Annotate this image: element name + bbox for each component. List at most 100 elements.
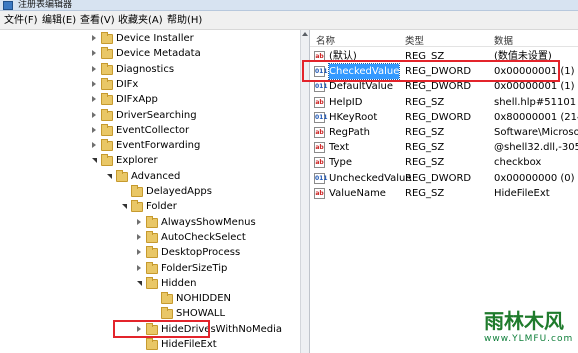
tree-item[interactable]: DIFxApp xyxy=(0,92,300,107)
folder-icon xyxy=(146,230,158,243)
folder-icon xyxy=(101,47,113,60)
tree-item[interactable]: Device Installer xyxy=(0,31,300,46)
collapsed-arrow-icon[interactable] xyxy=(137,233,141,240)
menu-help[interactable]: 帮助(H) xyxy=(167,14,202,27)
value-data: HideFileExt xyxy=(494,187,550,199)
collapsed-arrow-icon[interactable] xyxy=(92,142,96,149)
value-row[interactable]: 011HKeyRoot REG_DWORD 0x80000001 (214748 xyxy=(310,110,578,125)
value-row[interactable]: ab HelpID REG_SZ shell.hlp#51101 xyxy=(310,95,578,110)
collapsed-arrow-icon[interactable] xyxy=(137,218,141,225)
tree-item[interactable]: EventCollector xyxy=(0,123,300,138)
tree-item[interactable]: EventForwarding xyxy=(0,138,300,153)
collapsed-arrow-icon[interactable] xyxy=(92,126,96,133)
registry-tree[interactable]: Device Installer Device Metadata Diagnosti… xyxy=(0,30,300,353)
expanded-arrow-icon[interactable] xyxy=(107,173,112,179)
tree-item-label: NOHIDDEN xyxy=(176,293,232,305)
folder-icon xyxy=(161,292,173,305)
scroll-up-icon[interactable] xyxy=(302,32,308,36)
tree-item[interactable]: DIFx xyxy=(0,77,300,92)
tree-item[interactable]: DesktopProcess xyxy=(0,245,300,260)
tree-item[interactable]: AlwaysShowMenus xyxy=(0,215,300,230)
tree-item-label: Advanced xyxy=(131,170,181,182)
folder-icon xyxy=(101,77,113,90)
tree-item[interactable]: DriverSearching xyxy=(0,108,300,123)
tree-item[interactable]: Device Metadata xyxy=(0,46,300,61)
tree-item-label: Diagnostics xyxy=(116,63,175,75)
collapsed-arrow-icon[interactable] xyxy=(137,249,141,256)
collapsed-arrow-icon[interactable] xyxy=(92,35,96,41)
expanded-arrow-icon[interactable] xyxy=(137,280,142,286)
value-name: HKeyRoot xyxy=(329,111,378,123)
collapsed-arrow-icon[interactable] xyxy=(92,65,96,72)
tree-item-label: Hidden xyxy=(161,277,197,289)
string-value-icon: ab xyxy=(314,127,325,138)
regedit-icon xyxy=(3,1,13,10)
value-row[interactable]: ab Type REG_SZ checkbox xyxy=(310,155,578,170)
value-name: HelpID xyxy=(329,96,363,108)
value-type: REG_SZ xyxy=(405,127,445,138)
value-data: 0x00000000 (0) xyxy=(494,172,575,184)
watermark-url: www.YLMFU.com xyxy=(484,334,574,344)
expanded-arrow-icon[interactable] xyxy=(92,158,97,164)
tree-item-label: AlwaysShowMenus xyxy=(161,216,256,228)
tree-item[interactable]: AutoCheckSelect xyxy=(0,230,300,245)
folder-icon xyxy=(101,139,113,152)
value-row[interactable]: ab ValueName REG_SZ HideFileExt xyxy=(310,186,578,201)
column-name[interactable]: 名称 xyxy=(316,33,335,47)
tree-item[interactable]: FolderSizeTip xyxy=(0,261,300,276)
collapsed-arrow-icon[interactable] xyxy=(92,80,96,87)
tree-item[interactable]: Advanced xyxy=(0,169,300,184)
tree-item-label: DesktopProcess xyxy=(161,247,241,259)
string-value-icon: ab xyxy=(314,96,325,108)
value-row[interactable]: ab RegPath REG_SZ Software\Microsoft\ xyxy=(310,125,578,140)
tree-item[interactable]: Folder xyxy=(0,199,300,214)
tree-item[interactable]: Diagnostics xyxy=(0,62,300,77)
column-type[interactable]: 类型 xyxy=(405,33,424,47)
tree-item[interactable]: NOHIDDEN xyxy=(0,291,300,306)
value-name: UncheckedValue xyxy=(329,172,412,184)
tree-item-label: DIFx xyxy=(116,78,139,90)
value-data: @shell32.dll,-30503 xyxy=(494,142,578,154)
string-value-icon: ab xyxy=(314,157,325,169)
folder-icon xyxy=(146,246,158,259)
folder-icon xyxy=(146,215,158,228)
value-row[interactable]: 011 UncheckedValue REG_DWORD 0x00000000 (0) xyxy=(310,171,578,186)
tree-item-label: DelayedApps xyxy=(146,186,212,197)
value-data: checkbox xyxy=(494,157,542,169)
menu-edit[interactable]: 编辑(E) xyxy=(42,14,76,27)
dword-value-icon: 011 xyxy=(314,172,328,184)
tree-item[interactable]: Hidden xyxy=(0,276,300,291)
folder-icon xyxy=(146,261,158,274)
value-type: REG_SZ xyxy=(405,187,445,199)
collapsed-arrow-icon[interactable] xyxy=(92,50,96,57)
folder-icon xyxy=(116,169,128,182)
collapsed-arrow-icon[interactable] xyxy=(92,96,96,103)
tree-item-label: Folder xyxy=(146,201,177,213)
tree-item-label: Device Metadata xyxy=(116,48,201,60)
value-row[interactable]: ab Text REG_SZ @shell32.dll,-30503 xyxy=(310,140,578,155)
folder-icon xyxy=(101,123,113,136)
value-type: REG_SZ xyxy=(405,157,445,169)
folder-icon xyxy=(161,307,173,320)
tree-item-label: Explorer xyxy=(116,155,158,167)
menu-favorites[interactable]: 收藏夹(A) xyxy=(118,14,163,27)
menu-file[interactable]: 文件(F) xyxy=(4,14,38,27)
folder-icon xyxy=(101,32,113,44)
column-data[interactable]: 数据 xyxy=(494,33,513,47)
expanded-arrow-icon[interactable] xyxy=(122,204,127,210)
collapsed-arrow-icon[interactable] xyxy=(137,264,141,271)
tree-item[interactable]: Explorer xyxy=(0,153,300,168)
string-value-icon: ab xyxy=(314,142,325,154)
value-type: REG_SZ xyxy=(405,142,445,154)
collapsed-arrow-icon[interactable] xyxy=(92,111,96,118)
folder-icon xyxy=(146,338,158,350)
tree-item[interactable]: DelayedApps xyxy=(0,184,300,199)
folder-icon xyxy=(101,108,113,121)
highlight-box-hidefileext xyxy=(113,320,210,338)
folder-icon xyxy=(101,154,113,167)
menu-view[interactable]: 查看(V) xyxy=(80,14,115,27)
value-name: ValueName xyxy=(329,187,386,199)
value-type: REG_DWORD xyxy=(405,111,472,123)
tree-item[interactable]: HideFileExt xyxy=(0,337,300,352)
value-data: shell.hlp#51101 xyxy=(494,96,577,108)
